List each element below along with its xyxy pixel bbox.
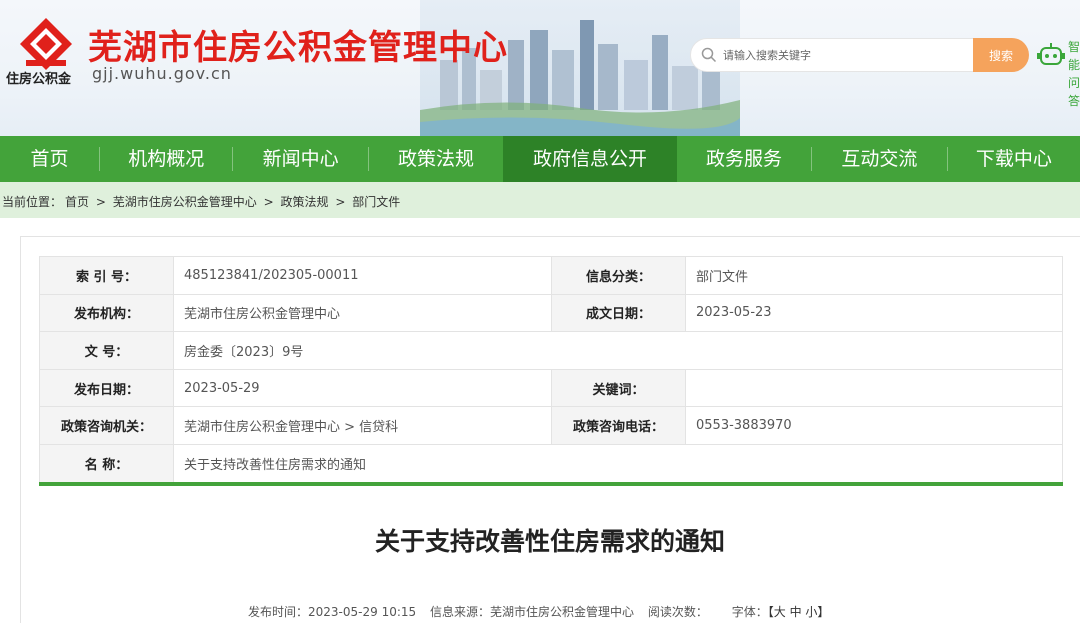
font-size-small-button[interactable]: 小 — [805, 605, 817, 619]
document-info-table: 索 引 号： 485123841/202305-00011 信息分类： 部门文件… — [39, 256, 1063, 483]
doc-name-label: 名 称： — [39, 443, 174, 483]
nav-item-4[interactable]: 政府信息公开 — [503, 136, 677, 182]
breadcrumb-item-policy[interactable]: 政策法规 — [280, 195, 328, 209]
site-header: 住房公积金 芜湖市住房公积金管理中心 gjj.wuhu.gov.cn 搜索 智能… — [0, 0, 1080, 136]
assistant-label[interactable]: 智能问答 — [1068, 38, 1080, 110]
font-bracket-close: 】 — [817, 605, 830, 619]
robot-assistant-icon[interactable] — [1036, 40, 1066, 70]
nav-item-6[interactable]: 互动交流 — [812, 136, 946, 182]
keywords-label: 关键词： — [551, 368, 686, 408]
table-row: 发布日期： 2023-05-29 关键词： — [39, 368, 1063, 408]
publish-time-label: 发布时间： — [248, 605, 309, 619]
consult-org-value: 芜湖市住房公积金管理中心 > 信贷科 — [173, 406, 552, 445]
site-title: 芜湖市住房公积金管理中心 — [88, 28, 508, 68]
nav-item-1[interactable]: 机构概况 — [100, 136, 232, 182]
font-size-large-button[interactable]: 大 — [774, 605, 786, 619]
category-label: 信息分类： — [551, 256, 686, 295]
publish-date-value: 2023-05-29 — [173, 368, 552, 408]
search-box — [690, 38, 975, 72]
article-meta: 发布时间：2023-05-29 10:15 信息来源：芜湖市住房公积金管理中心 … — [248, 603, 829, 620]
breadcrumb-separator: > — [335, 195, 346, 209]
main-nav: 首页 机构概况 新闻中心 政策法规 政府信息公开 政务服务 互动交流 下载中心 — [0, 136, 1080, 182]
logo-caption: 住房公积金 — [6, 72, 72, 87]
doc-name-value: 关于支持改善性住房需求的通知 — [173, 443, 1063, 483]
publish-date-label: 发布日期： — [39, 368, 174, 408]
index-label: 索 引 号： — [39, 256, 174, 295]
publisher-label: 发布机构： — [39, 293, 174, 333]
keywords-value — [685, 368, 1063, 408]
consult-org-label: 政策咨询机关： — [39, 406, 174, 445]
table-row: 名 称： 关于支持改善性住房需求的通知 — [39, 443, 1063, 483]
breadcrumb-prefix: 当前位置： — [2, 195, 63, 209]
nav-item-3[interactable]: 政策法规 — [369, 136, 503, 182]
created-date-label: 成文日期： — [551, 293, 686, 333]
category-value: 部门文件 — [685, 256, 1063, 295]
publish-time-value: 2023-05-29 10:15 — [308, 605, 417, 619]
breadcrumb: 当前位置： 首页 > 芜湖市住房公积金管理中心 > 政策法规 > 部门文件 — [2, 193, 403, 210]
search-input[interactable] — [723, 39, 968, 71]
consult-phone-label: 政策咨询电话： — [551, 406, 686, 445]
nav-item-5[interactable]: 政务服务 — [677, 136, 811, 182]
publisher-value: 芜湖市住房公积金管理中心 — [173, 293, 552, 333]
search-icon — [701, 47, 717, 63]
info-table-divider — [39, 482, 1063, 486]
breadcrumb-bar: 当前位置： 首页 > 芜湖市住房公积金管理中心 > 政策法规 > 部门文件 — [0, 182, 1080, 218]
doc-number-value: 房金委〔2023〕9号 — [173, 331, 1063, 370]
search-button[interactable]: 搜索 — [973, 38, 1029, 72]
table-row: 索 引 号： 485123841/202305-00011 信息分类： 部门文件 — [39, 256, 1063, 295]
font-size-medium-button[interactable]: 中 — [790, 605, 802, 619]
source-label: 信息来源： — [429, 605, 490, 619]
table-row: 政策咨询机关： 芜湖市住房公积金管理中心 > 信贷科 政策咨询电话： 0553-… — [39, 406, 1063, 445]
nav-item-0[interactable]: 首页 — [0, 136, 99, 182]
breadcrumb-item-dept-docs[interactable]: 部门文件 — [352, 195, 400, 209]
nav-item-2[interactable]: 新闻中心 — [233, 136, 367, 182]
housing-fund-logo-icon — [20, 18, 72, 70]
breadcrumb-item-home[interactable]: 首页 — [65, 195, 89, 209]
breadcrumb-item-center[interactable]: 芜湖市住房公积金管理中心 — [113, 195, 257, 209]
table-row: 发布机构： 芜湖市住房公积金管理中心 成文日期： 2023-05-23 — [39, 293, 1063, 333]
site-url: gjj.wuhu.gov.cn — [92, 64, 232, 83]
article-title: 关于支持改善性住房需求的通知 — [374, 527, 725, 556]
font-size-label: 字体： — [731, 605, 768, 619]
source-value: 芜湖市住房公积金管理中心 — [490, 605, 635, 619]
doc-number-label: 文 号： — [39, 331, 174, 370]
breadcrumb-separator: > — [95, 195, 106, 209]
table-row: 文 号： 房金委〔2023〕9号 — [39, 331, 1063, 370]
consult-phone-value: 0553-3883970 — [685, 406, 1063, 445]
index-value: 485123841/202305-00011 — [173, 256, 552, 295]
breadcrumb-separator: > — [263, 195, 274, 209]
views-label: 阅读次数： — [647, 605, 708, 619]
created-date-value: 2023-05-23 — [685, 293, 1063, 333]
nav-item-7[interactable]: 下载中心 — [948, 136, 1080, 182]
